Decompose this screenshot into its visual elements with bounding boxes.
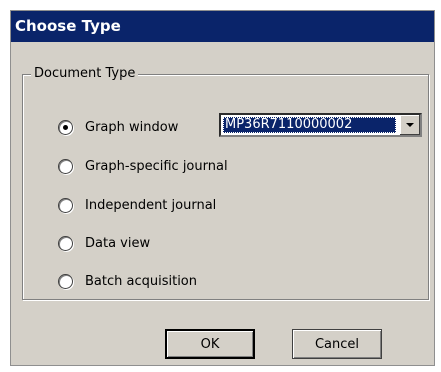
radio-button[interactable] bbox=[58, 197, 73, 213]
radio-button[interactable] bbox=[58, 235, 73, 251]
radio-button[interactable] bbox=[58, 158, 73, 174]
device-select-value: MP36R7110000002 bbox=[223, 117, 396, 133]
device-select[interactable]: MP36R7110000002 bbox=[219, 113, 422, 137]
radio-button[interactable] bbox=[58, 119, 73, 135]
document-type-group-label: Document Type bbox=[31, 65, 139, 83]
chevron-down-icon bbox=[406, 123, 414, 127]
radio-label: Graph-specific journal bbox=[85, 158, 228, 174]
device-select-dropdown-button[interactable] bbox=[399, 115, 420, 135]
document-type-group bbox=[22, 74, 429, 300]
choose-type-dialog: Choose Type Document Type Graph window M… bbox=[10, 10, 435, 366]
cancel-button[interactable]: Cancel bbox=[292, 329, 382, 359]
radio-button[interactable] bbox=[58, 273, 73, 289]
dialog-title: Choose Type bbox=[11, 11, 434, 42]
radio-graph-specific-journal[interactable]: Graph-specific journal bbox=[58, 156, 228, 176]
ok-button[interactable]: OK bbox=[165, 329, 255, 359]
radio-independent-journal[interactable]: Independent journal bbox=[58, 195, 216, 215]
radio-label: Independent journal bbox=[85, 197, 217, 213]
radio-label: Batch acquisition bbox=[85, 273, 198, 289]
radio-data-view[interactable]: Data view bbox=[58, 233, 150, 253]
radio-label: Data view bbox=[85, 235, 151, 251]
radio-label: Graph window bbox=[85, 119, 179, 135]
radio-graph-window[interactable]: Graph window bbox=[58, 117, 178, 137]
radio-batch-acquisition[interactable]: Batch acquisition bbox=[58, 271, 197, 291]
